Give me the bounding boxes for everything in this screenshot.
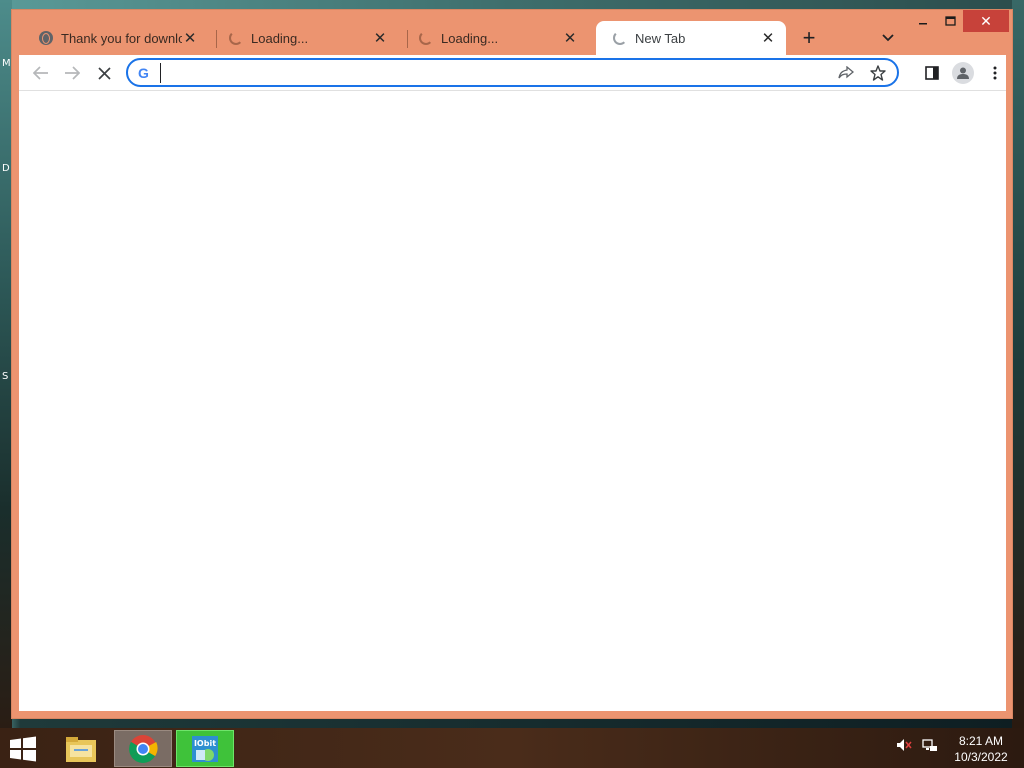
close-tab-icon[interactable]: ✕ xyxy=(372,30,388,46)
tab-new-tab[interactable]: New Tab ✕ xyxy=(596,21,786,55)
maximize-button[interactable] xyxy=(936,10,964,32)
close-icon xyxy=(97,66,111,80)
tab-title: Thank you for downloading xyxy=(61,30,182,46)
share-button[interactable] xyxy=(835,62,857,84)
close-tab-icon[interactable]: ✕ xyxy=(760,30,776,46)
side-panel-icon xyxy=(925,66,939,80)
browser-window: Thank you for downloading ✕ Loading... ✕… xyxy=(11,9,1013,719)
loading-spinner-icon xyxy=(229,31,243,45)
tab-title: New Tab xyxy=(635,30,686,46)
menu-button[interactable] xyxy=(981,59,1009,87)
browser-toolbar: G xyxy=(19,55,1006,91)
minimize-icon xyxy=(919,23,927,25)
close-window-button[interactable]: ✕ xyxy=(963,10,1009,32)
profile-button[interactable] xyxy=(949,59,977,87)
share-icon xyxy=(838,66,854,79)
tab-loading-1[interactable]: Loading... ✕ xyxy=(212,21,398,55)
close-tab-icon[interactable]: ✕ xyxy=(182,30,198,46)
back-button[interactable] xyxy=(27,59,55,87)
tab-title: Loading... xyxy=(441,30,499,46)
loading-spinner-icon xyxy=(613,31,627,45)
star-icon xyxy=(870,65,886,81)
windows-logo-icon xyxy=(10,736,36,762)
loading-spinner-icon xyxy=(419,31,433,45)
forward-arrow-icon xyxy=(65,66,80,80)
system-clock[interactable]: 8:21 AM 10/3/2022 xyxy=(948,733,1014,765)
desktop-right-edge xyxy=(1012,0,1024,728)
taskbar-chrome[interactable] xyxy=(114,730,172,767)
desktop-icon-label-m: M xyxy=(2,58,11,69)
bookmark-star-button[interactable] xyxy=(867,62,889,84)
close-tab-icon[interactable]: ✕ xyxy=(562,30,578,46)
desktop-icon-label-s: S xyxy=(2,371,9,382)
chrome-icon xyxy=(129,734,158,763)
chevron-down-icon xyxy=(882,34,894,42)
tab-thank-you[interactable]: Thank you for downloading ✕ xyxy=(22,21,208,55)
stop-loading-button[interactable] xyxy=(90,59,118,87)
desktop-icon-label-d: D xyxy=(2,163,10,174)
network-icon[interactable] xyxy=(922,738,938,755)
tab-strip: Thank you for downloading ✕ Loading... ✕… xyxy=(12,10,1012,56)
maximize-icon xyxy=(944,16,956,26)
address-input[interactable] xyxy=(160,63,820,83)
tab-title: Loading... xyxy=(251,30,309,46)
file-explorer-icon xyxy=(66,736,96,762)
more-vert-icon xyxy=(993,66,997,80)
minimize-button[interactable] xyxy=(909,10,937,32)
avatar xyxy=(952,62,974,84)
volume-muted-icon[interactable] xyxy=(896,738,912,755)
address-bar[interactable]: G xyxy=(126,58,899,87)
close-icon: ✕ xyxy=(980,12,992,29)
start-button[interactable] xyxy=(8,736,38,762)
tab-search-button[interactable] xyxy=(874,24,902,52)
taskbar-iobit[interactable]: IObit xyxy=(176,730,234,767)
clock-date: 10/3/2022 xyxy=(954,750,1008,764)
iobit-icon: IObit xyxy=(192,735,218,762)
taskbar-file-explorer[interactable] xyxy=(52,730,110,767)
tab-loading-2[interactable]: Loading... ✕ xyxy=(402,21,588,55)
side-panel-button[interactable] xyxy=(918,59,946,87)
back-arrow-icon xyxy=(33,66,48,80)
plus-icon: + xyxy=(802,25,816,50)
google-icon: G xyxy=(138,65,149,81)
new-tab-button[interactable]: + xyxy=(795,24,823,52)
taskbar: IObit 8:21 AM 10/3/2022 xyxy=(0,728,1024,768)
person-icon xyxy=(957,67,969,79)
svg-text:IObit: IObit xyxy=(194,739,216,748)
globe-icon xyxy=(39,31,53,45)
clock-time: 8:21 AM xyxy=(958,734,1004,748)
page-content xyxy=(19,91,1006,711)
forward-button[interactable] xyxy=(58,59,86,87)
